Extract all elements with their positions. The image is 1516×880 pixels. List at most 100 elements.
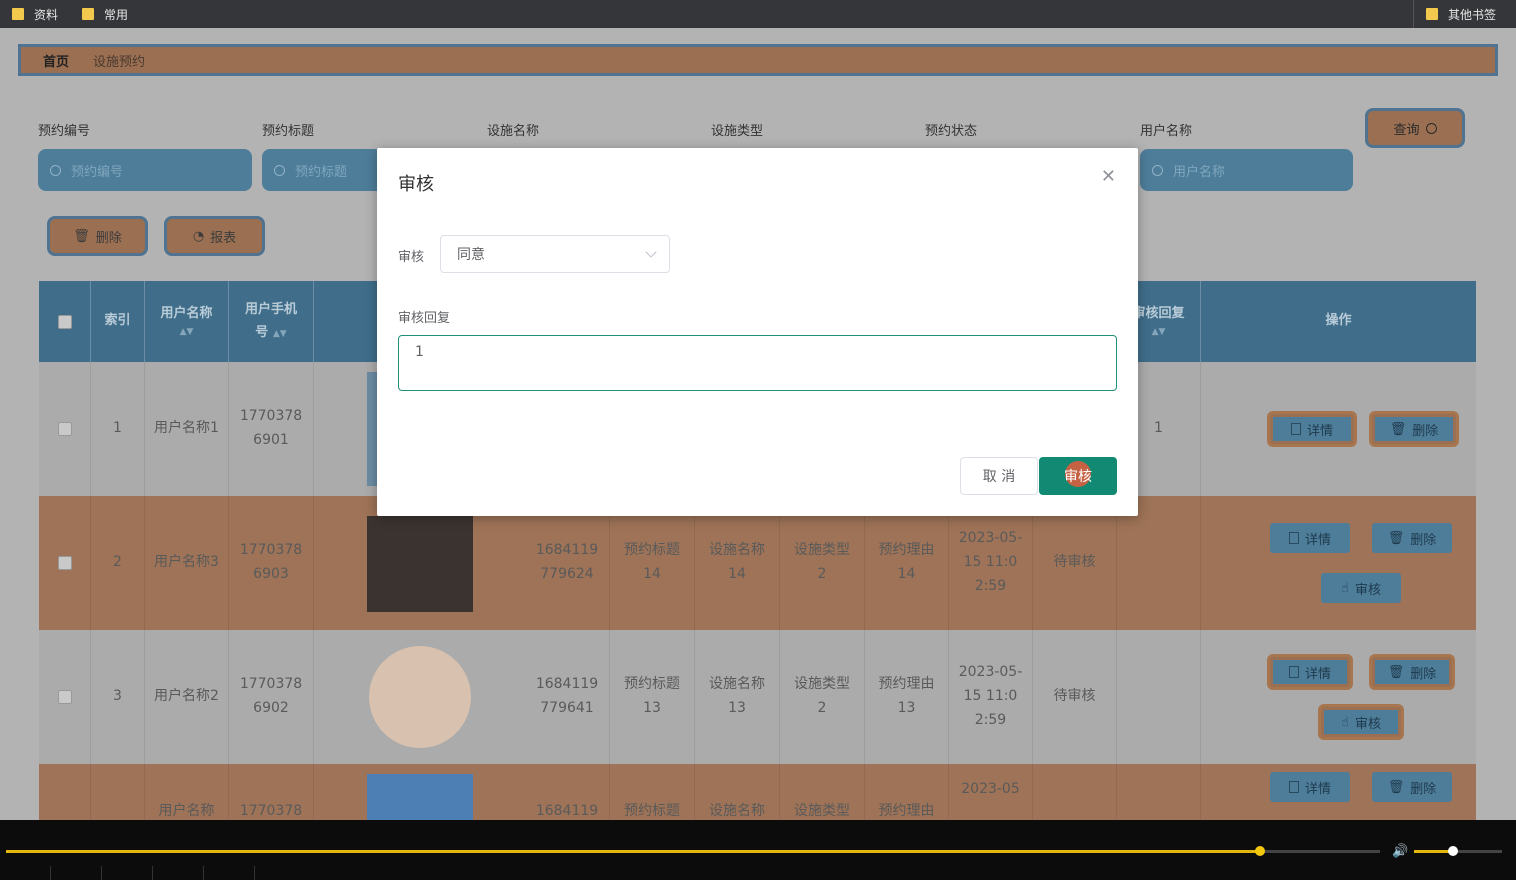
- query-button[interactable]: 查询: [1365, 108, 1465, 148]
- cell-facility: 设施名称14: [695, 496, 780, 630]
- delete-button[interactable]: 🗑 删除: [1372, 523, 1452, 553]
- cell-username: 用户名称1: [145, 362, 229, 496]
- cell-phone: 17703786901: [229, 362, 314, 496]
- filter-label-facility: 设施名称: [487, 124, 540, 139]
- audit-select-value: 同意: [457, 247, 485, 263]
- delete-button[interactable]: 🗑 删除: [1372, 657, 1452, 687]
- detail-button[interactable]: 详情: [1270, 772, 1350, 802]
- cell-booking-no: 1684119: [525, 764, 610, 820]
- table-row: 用户名称 1770378 1684119 预约标题 设施名称 设施类型 预约理由…: [39, 764, 1476, 820]
- bookmark-item[interactable]: 资料: [0, 0, 70, 28]
- row-checkbox[interactable]: [57, 422, 72, 436]
- sort-icon[interactable]: ▲▼: [160, 325, 212, 340]
- document-icon: [1288, 781, 1299, 793]
- progress-played[interactable]: [6, 850, 1260, 853]
- table-row: 3 用户名称2 17703786902 1684119779641 预约标题13…: [39, 630, 1476, 764]
- cell-facility: 设施名称13: [695, 630, 780, 764]
- breadcrumb-home[interactable]: 首页: [43, 51, 69, 70]
- cell-username: 用户名称: [145, 764, 229, 820]
- detail-button[interactable]: 详情: [1270, 414, 1354, 444]
- trash-icon: 🗑: [1389, 421, 1407, 437]
- audit-label: 审核: [1354, 716, 1381, 732]
- submit-audit-button[interactable]: 审核: [1039, 457, 1117, 495]
- volume-handle[interactable]: [1448, 846, 1458, 856]
- row-checkbox-cell[interactable]: [39, 764, 91, 820]
- detail-label: 详情: [1304, 532, 1331, 548]
- select-all-checkbox[interactable]: [39, 281, 91, 362]
- other-bookmarks[interactable]: 其他书签: [1412, 0, 1508, 28]
- cell-phone: 17703786903: [229, 496, 314, 630]
- cell-reason: 预约理由14: [865, 496, 949, 630]
- cell-index: [91, 764, 145, 820]
- detail-label: 详情: [1304, 666, 1331, 682]
- audit-button[interactable]: ☝ 审核: [1321, 707, 1401, 737]
- cell-title: 预约标题: [610, 764, 695, 820]
- header-phone[interactable]: 用户手机号 ▲▼: [229, 281, 314, 362]
- cell-index: 3: [91, 630, 145, 764]
- cell-status: [1033, 764, 1117, 820]
- cell-reason: 预约理由13: [865, 630, 949, 764]
- header-username[interactable]: 用户名称 ▲▼: [145, 281, 229, 362]
- title-placeholder: 预约标题: [295, 164, 348, 180]
- audit-button[interactable]: ☝ 审核: [1321, 573, 1401, 603]
- cell-reason: 预约理由: [865, 764, 949, 820]
- sort-icon[interactable]: ▲▼: [1132, 325, 1184, 340]
- bookmark-item[interactable]: 常用: [70, 0, 140, 28]
- detail-label: 详情: [1304, 781, 1331, 797]
- search-icon: [1425, 122, 1437, 134]
- header-reply-label: 审核回复: [1132, 305, 1185, 321]
- filter-label-status: 预约状态: [925, 124, 978, 139]
- username-input[interactable]: 用户名称: [1140, 149, 1353, 191]
- page: 首页 设施预约 预约编号 预约标题 设施名称 设施类型 预约状态 用户名称 预约…: [0, 28, 1516, 820]
- sort-icon[interactable]: ▲▼: [273, 329, 287, 339]
- detail-button[interactable]: 详情: [1270, 523, 1350, 553]
- username-placeholder: 用户名称: [1173, 164, 1226, 180]
- thumb-icon: ☝: [1341, 580, 1349, 596]
- screen: 资料 常用 其他书签 首页 设施预约 预约编号 预约标题 设施名称 设施类型 预…: [0, 0, 1516, 880]
- row-checkbox-cell[interactable]: [39, 496, 91, 630]
- row-checkbox-cell[interactable]: [39, 630, 91, 764]
- search-icon: [274, 164, 285, 176]
- trash-icon: 🗑: [1387, 664, 1405, 680]
- cell-time: 2023-05-15 11:02:59: [949, 630, 1033, 764]
- player-divider: [152, 866, 153, 880]
- folder-icon: [1425, 8, 1438, 20]
- cell-phone: 1770378: [229, 764, 314, 820]
- player-divider: [101, 866, 102, 880]
- bookmark-label: 资料: [34, 7, 59, 22]
- pie-chart-icon: ◔: [192, 228, 205, 244]
- audit-label: 审核: [1354, 582, 1381, 598]
- delete-button[interactable]: 🗑 删除: [1372, 414, 1456, 444]
- volume-icon[interactable]: 🔊: [1392, 844, 1408, 859]
- reply-textarea[interactable]: 1: [398, 335, 1117, 391]
- cancel-button[interactable]: 取 消: [960, 457, 1038, 495]
- delete-label: 删除: [1410, 781, 1437, 797]
- cell-type: 设施类型2: [780, 630, 865, 764]
- detail-button[interactable]: 详情: [1270, 657, 1350, 687]
- cell-reply: [1117, 764, 1201, 820]
- player-divider: [203, 866, 204, 880]
- audit-field-label: 审核: [398, 250, 425, 265]
- batch-delete-button[interactable]: 🗑 删除: [47, 216, 148, 256]
- booking-no-input[interactable]: 预约编号: [38, 149, 252, 191]
- row-checkbox-cell[interactable]: [39, 362, 91, 496]
- header-index: 索引: [91, 281, 145, 362]
- document-icon: [1290, 423, 1301, 435]
- row-checkbox[interactable]: [57, 556, 72, 570]
- delete-button[interactable]: 🗑 删除: [1372, 772, 1452, 802]
- close-icon[interactable]: ✕: [1101, 166, 1116, 187]
- report-button[interactable]: ◔ 报表: [164, 216, 265, 256]
- audit-dialog: 审核 ✕ 审核 同意 审核回复 1 取 消 审核: [377, 148, 1138, 516]
- cell-time: 2023-05-15 11:02:59: [949, 496, 1033, 630]
- row-checkbox[interactable]: [57, 690, 72, 704]
- trash-icon: 🗑: [73, 228, 90, 244]
- filter-label-type: 设施类型: [711, 124, 764, 139]
- progress-remaining[interactable]: [1260, 850, 1380, 853]
- cell-facility: 设施名称: [695, 764, 780, 820]
- breadcrumb: 首页 设施预约: [18, 44, 1498, 76]
- audit-select[interactable]: 同意: [440, 235, 670, 273]
- cell-username: 用户名称2: [145, 630, 229, 764]
- filter-label-title: 预约标题: [262, 124, 315, 139]
- progress-handle[interactable]: [1255, 846, 1265, 856]
- checkbox[interactable]: [57, 314, 72, 329]
